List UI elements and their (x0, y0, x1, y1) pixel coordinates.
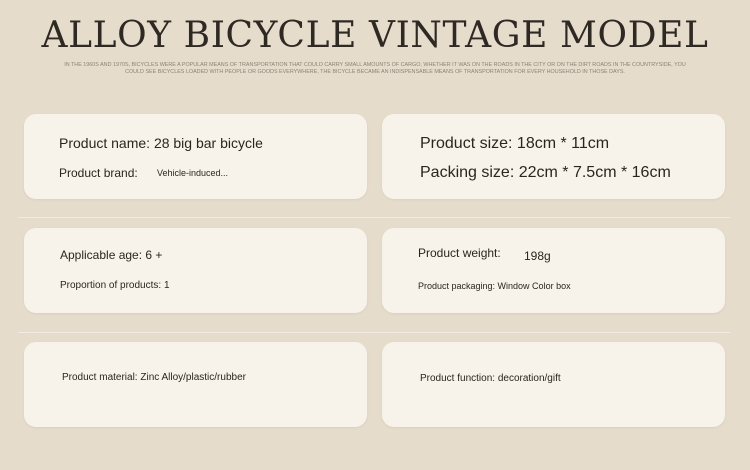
product-name-card: Product name: 28 big bar bicycle Product… (24, 114, 367, 199)
product-name-text: Product name: 28 big bar bicycle (59, 135, 263, 151)
page-title: ALLOY BICYCLE VINTAGE MODEL (41, 15, 709, 56)
applicable-age-text: Applicable age: 6 + (60, 248, 163, 262)
product-weight-label: Product weight: (418, 246, 501, 260)
product-material-text: Product material: Zinc Alloy/plastic/rub… (62, 372, 246, 383)
product-brand-value: Vehicle-induced... (157, 168, 229, 178)
product-material-card: Product material: Zinc Alloy/plastic/rub… (24, 342, 367, 427)
packing-size-text: Packing size: 22cm * 7.5cm * 16cm (420, 164, 671, 181)
product-brand-label: Product brand: (59, 166, 138, 180)
product-size-card: Product size: 18cm * 11cm Packing size: … (382, 114, 725, 199)
product-size-text: Product size: 18cm * 11cm (420, 135, 610, 152)
product-packaging-text: Product packaging: Window Color box (418, 281, 571, 291)
row-divider-top (18, 217, 730, 218)
row-divider-bottom (18, 332, 730, 333)
proportion-products-text: Proportion of products: 1 (60, 280, 170, 291)
applicable-age-card: Applicable age: 6 + Proportion of produc… (24, 228, 367, 313)
product-function-card: Product function: decoration/gift (382, 342, 725, 427)
product-weight-card: Product weight: 198g Product packaging: … (382, 228, 725, 313)
product-weight-value: 198g (524, 249, 551, 263)
product-function-text: Product function: decoration/gift (420, 373, 561, 384)
intro-paragraph: IN THE 1960S AND 1970S, BICYCLES WERE A … (64, 62, 686, 75)
